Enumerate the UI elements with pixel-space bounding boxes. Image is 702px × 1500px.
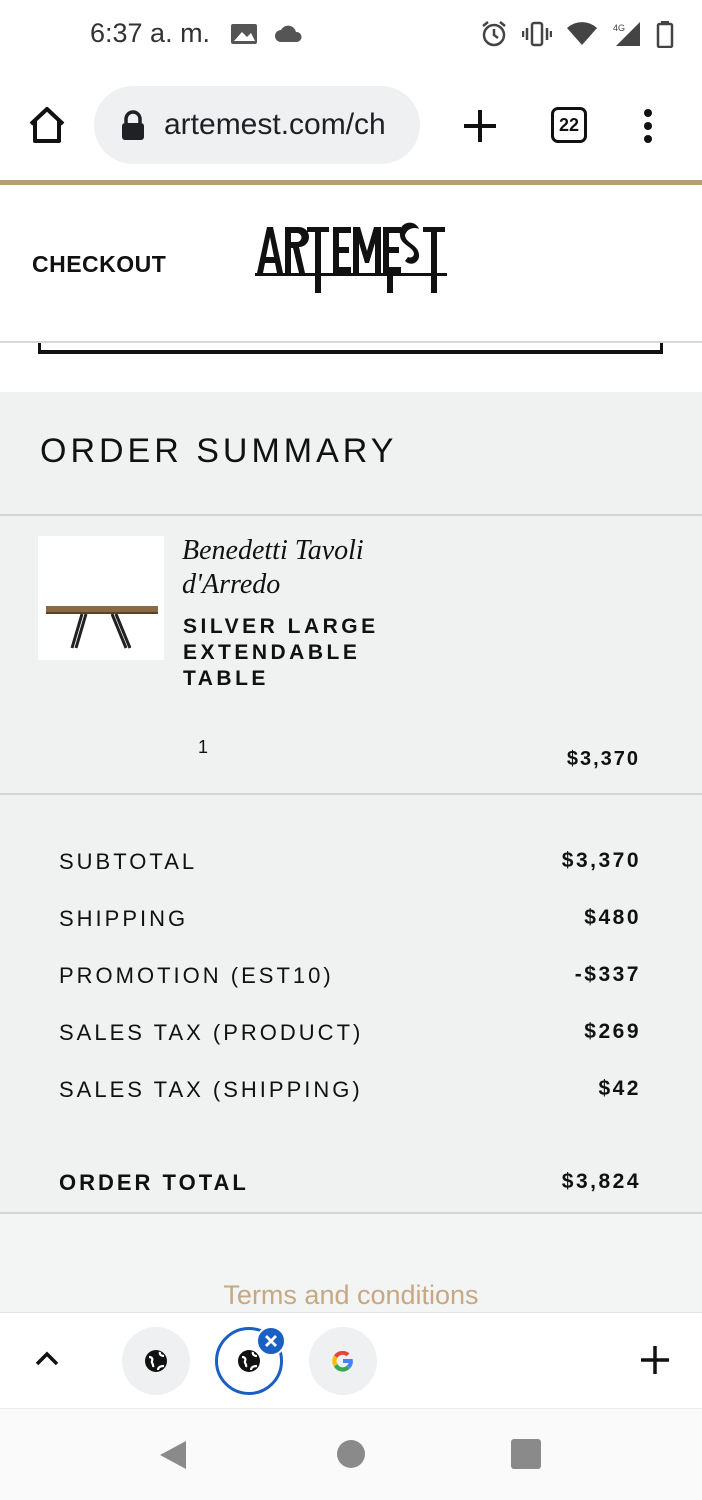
sales-tax-product-row: SALES TAX (PRODUCT) $269 <box>59 1020 641 1050</box>
overflow-menu-button[interactable] <box>636 106 660 146</box>
table-image <box>46 606 158 649</box>
sales-tax-shipping-row: SALES TAX (SHIPPING) $42 <box>59 1077 641 1107</box>
expand-tabs-button[interactable] <box>34 1349 60 1372</box>
order-summary-title: ORDER SUMMARY <box>40 432 398 470</box>
product-price: $3,370 <box>566 748 640 770</box>
cloud-icon <box>274 22 304 46</box>
back-button[interactable] <box>158 1439 188 1476</box>
checkout-label: CHECKOUT <box>32 251 167 277</box>
line-value: -$337 <box>574 963 641 986</box>
lock-icon <box>120 110 146 147</box>
new-tab-button[interactable] <box>460 106 500 146</box>
footer-area: Terms and conditions <box>0 1214 702 1312</box>
order-summary: ORDER SUMMARY Benedetti Tavoli d'Arredo … <box>0 392 702 1312</box>
browser-toolbar: artemest.com/ch 22 <box>0 72 702 180</box>
close-tab-button[interactable] <box>256 1326 286 1356</box>
order-total-row: ORDER TOTAL $3,824 <box>59 1170 641 1200</box>
svg-text:4G: 4G <box>613 23 625 33</box>
line-label: SALES TAX (SHIPPING) <box>59 1077 363 1102</box>
home-icon <box>29 107 65 143</box>
globe-icon <box>238 1350 260 1372</box>
google-icon <box>332 1350 353 1372</box>
line-value: $269 <box>584 1020 641 1043</box>
alarm-icon <box>480 20 508 48</box>
product-brand: Benedetti Tavoli d'Arredo <box>182 535 364 600</box>
close-icon <box>265 1335 277 1347</box>
chevron-up-icon <box>35 1351 59 1366</box>
site-header: CHECKOUT <box>0 185 702 343</box>
divider <box>0 514 702 516</box>
home-nav-button[interactable] <box>337 1440 365 1468</box>
line-value: $3,370 <box>561 849 641 872</box>
wifi-icon <box>566 21 598 47</box>
status-right-icons: 4G <box>480 20 674 48</box>
divider <box>0 793 702 795</box>
tab-switcher-button[interactable]: 22 <box>551 107 587 143</box>
order-total-label: ORDER TOTAL <box>59 1170 249 1195</box>
tab-chip[interactable] <box>122 1327 190 1395</box>
form-box-bottom-edge <box>38 343 663 354</box>
image-notification-icon <box>230 22 260 46</box>
product-quantity: 1 <box>198 737 209 757</box>
status-left-icons <box>230 22 304 46</box>
line-value: $480 <box>584 906 641 929</box>
tab-chip[interactable] <box>309 1327 377 1395</box>
shipping-row: SHIPPING $480 <box>59 906 641 936</box>
tab-chip-active[interactable] <box>215 1326 286 1395</box>
globe-icon <box>145 1350 167 1372</box>
url-bar[interactable]: artemest.com/ch <box>94 86 420 164</box>
line-label: PROMOTION (EST10) <box>59 963 334 988</box>
add-tab-button[interactable] <box>638 1343 672 1382</box>
line-value: $42 <box>598 1077 641 1100</box>
vibrate-icon <box>522 20 552 48</box>
recent-apps-button[interactable] <box>511 1439 541 1469</box>
line-label: SUBTOTAL <box>59 849 198 874</box>
tab-strip <box>0 1312 702 1408</box>
product-thumbnail[interactable] <box>38 536 164 660</box>
home-button[interactable] <box>26 104 68 146</box>
artemest-logo[interactable] <box>255 221 449 302</box>
terms-link[interactable]: Terms and conditions <box>0 1280 702 1311</box>
back-triangle-icon <box>160 1441 186 1469</box>
line-label: SALES TAX (PRODUCT) <box>59 1020 364 1045</box>
plus-icon <box>641 1346 669 1374</box>
subtotal-row: SUBTOTAL $3,370 <box>59 849 641 879</box>
product-name: SILVER LARGE EXTENDABLE TABLE <box>183 615 379 690</box>
url-text: artemest.com/ch <box>164 108 386 141</box>
more-vert-icon <box>644 109 652 143</box>
status-time: 6:37 a. m. <box>90 18 211 48</box>
plus-icon <box>464 110 496 142</box>
promotion-row: PROMOTION (EST10) -$337 <box>59 963 641 993</box>
battery-icon <box>656 20 674 48</box>
cell-signal-icon: 4G <box>612 20 642 48</box>
system-nav-bar <box>0 1408 702 1500</box>
order-total-value: $3,824 <box>561 1170 641 1193</box>
status-bar: 6:37 a. m. 4G <box>0 0 702 72</box>
line-label: SHIPPING <box>59 906 189 931</box>
